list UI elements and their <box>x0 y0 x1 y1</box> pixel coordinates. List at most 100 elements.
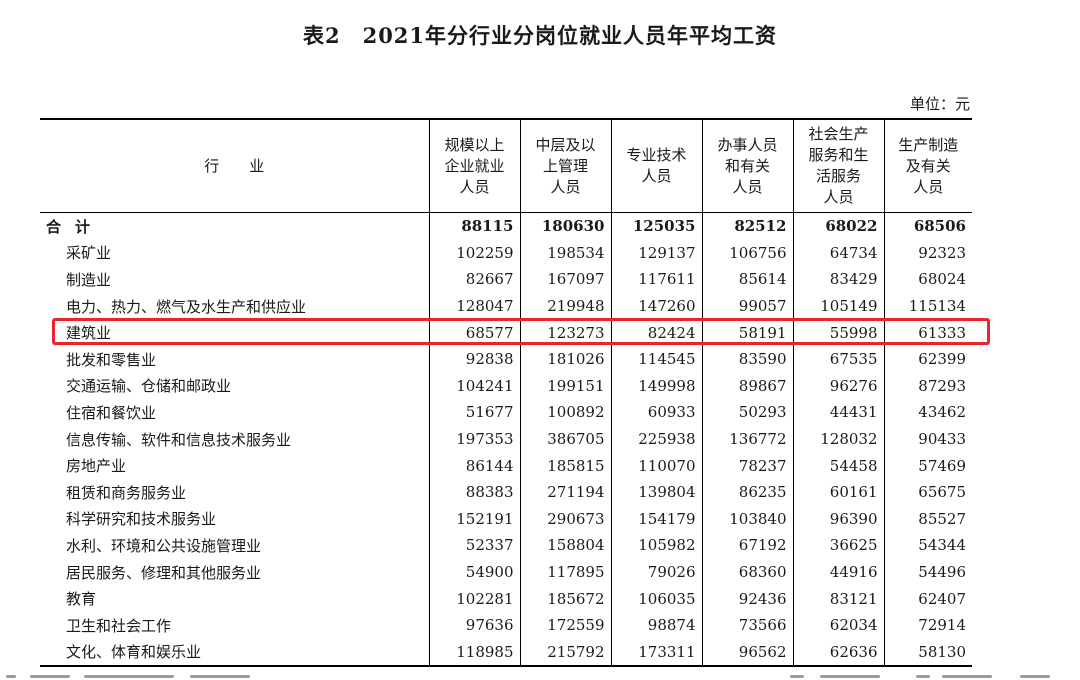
row-value-cell: 92436 <box>701 585 793 612</box>
header-clerks: 办事人员 和有关 人员 <box>701 118 793 213</box>
row-value-cell: 88383 <box>428 478 520 506</box>
row-industry-label: 合计 <box>46 217 105 236</box>
row-value-cell: 128032 <box>792 425 884 453</box>
row-value-cell: 54900 <box>428 558 520 586</box>
row-value-cell: 154179 <box>610 505 702 533</box>
row-value-cell: 102259 <box>428 239 520 267</box>
row-value-cell: 100892 <box>519 399 611 426</box>
header-above-scale: 规模以上 企业就业 人员 <box>428 118 520 213</box>
table-body: 合计 88115 180630 125035 82512 68022 68506 采矿业 102… <box>40 212 972 668</box>
header-production-workers: 生产制造 及有关 人员 <box>883 118 972 213</box>
row-value-cell: 99057 <box>701 292 793 320</box>
table-row: 房地产业 86144 185815 110070 78237 54458 57469 <box>40 452 972 479</box>
row-value-cell: 50293 <box>701 399 793 426</box>
row-value-cell: 139804 <box>610 478 702 506</box>
row-value-cell: 60161 <box>792 478 884 506</box>
wage-table: 行业 规模以上 企业就业 人员 中层及以 上管理 人员 专业技术 人员 办事人员 和有关 人员… <box>40 118 972 668</box>
row-value-cell: 158804 <box>519 532 611 559</box>
row-industry-label: 水利、环境和公共设施管理业 <box>66 536 262 555</box>
table-number: 表2 <box>302 23 341 48</box>
row-value-cell: 61333 <box>883 319 972 346</box>
row-value-cell: 152191 <box>428 505 520 533</box>
row-value-cell: 65675 <box>883 478 972 506</box>
row-industry-label: 卫生和社会工作 <box>66 616 172 635</box>
row-value-cell: 172559 <box>519 611 611 639</box>
row-value-cell: 90433 <box>883 425 972 453</box>
row-value-cell: 125035 <box>610 212 702 240</box>
row-value-cell: 89867 <box>701 372 793 400</box>
row-value-cell: 123273 <box>519 319 611 346</box>
table-title: 表2 2021年分行业分岗位就业人员年平均工资 <box>0 20 1080 50</box>
row-value-cell: 83429 <box>792 266 884 293</box>
row-value-cell: 197353 <box>428 425 520 453</box>
row-value-cell: 219948 <box>519 292 611 320</box>
table-header: 行业 规模以上 企业就业 人员 中层及以 上管理 人员 专业技术 人员 办事人员 和有关 人员… <box>40 118 972 213</box>
table-row: 批发和零售业 92838 181026 114545 83590 67535 62399 <box>40 345 972 373</box>
row-value-cell: 83590 <box>701 345 793 373</box>
row-value-cell: 271194 <box>519 478 611 506</box>
row-value-cell: 67192 <box>701 532 793 559</box>
row-value-cell: 88115 <box>428 212 520 240</box>
row-value-cell: 79026 <box>610 558 702 586</box>
row-industry-label: 住宿和餐饮业 <box>66 403 157 422</box>
row-value-cell: 72914 <box>883 611 972 639</box>
row-industry-label: 信息传输、软件和信息技术服务业 <box>66 430 292 449</box>
row-value-cell: 57469 <box>883 452 972 479</box>
row-value-cell: 167097 <box>519 266 611 293</box>
row-value-cell: 82667 <box>428 266 520 293</box>
row-value-cell: 85527 <box>883 505 972 533</box>
row-value-cell: 96276 <box>792 372 884 400</box>
row-value-cell: 83121 <box>792 585 884 612</box>
table-row: 交通运输、仓储和邮政业 104241 199151 149998 89867 96276 8… <box>40 372 972 400</box>
row-value-cell: 110070 <box>610 452 702 479</box>
row-industry-label: 批发和零售业 <box>66 350 157 369</box>
table-row: 采矿业 102259 198534 129137 106756 64734 92323 <box>40 239 972 267</box>
row-industry-label: 房地产业 <box>66 457 127 476</box>
table-row: 租赁和商务服务业 88383 271194 139804 86235 60161 65675 <box>40 478 972 506</box>
row-value-cell: 78237 <box>701 452 793 479</box>
row-value-cell: 62034 <box>792 611 884 639</box>
row-value-cell: 98874 <box>610 611 702 639</box>
row-value-cell: 103840 <box>701 505 793 533</box>
row-value-cell: 106756 <box>701 239 793 267</box>
row-value-cell: 105982 <box>610 532 702 559</box>
row-value-cell: 62407 <box>883 585 972 612</box>
row-value-cell: 96390 <box>792 505 884 533</box>
table-row: 建筑业 68577 123273 82424 58191 55998 61333 <box>40 319 972 346</box>
row-value-cell: 68360 <box>701 558 793 586</box>
row-value-cell: 97636 <box>428 611 520 639</box>
row-value-cell: 68022 <box>792 212 884 240</box>
row-industry-label: 交通运输、仓储和邮政业 <box>66 377 232 396</box>
row-value-cell: 52337 <box>428 532 520 559</box>
table-title-text: 2021年分行业分岗位就业人员年平均工资 <box>362 23 778 48</box>
row-value-cell: 73566 <box>701 611 793 639</box>
cut-off-bottom-text <box>0 672 1080 680</box>
row-value-cell: 104241 <box>428 372 520 400</box>
row-value-cell: 92838 <box>428 345 520 373</box>
row-value-cell: 44916 <box>792 558 884 586</box>
row-value-cell: 36625 <box>792 532 884 559</box>
row-value-cell: 215792 <box>519 638 611 668</box>
row-industry-label: 电力、热力、燃气及水生产和供应业 <box>66 297 307 316</box>
row-value-cell: 62636 <box>792 638 884 668</box>
table-row: 合计 88115 180630 125035 82512 68022 68506 <box>40 212 972 240</box>
row-industry-label: 科学研究和技术服务业 <box>66 510 217 529</box>
header-row: 行业 规模以上 企业就业 人员 中层及以 上管理 人员 专业技术 人员 办事人员 和有关 人员… <box>40 118 972 213</box>
table-row: 居民服务、修理和其他服务业 54900 117895 79026 68360 44916 5… <box>40 558 972 586</box>
row-value-cell: 185815 <box>519 452 611 479</box>
row-value-cell: 58130 <box>883 638 972 668</box>
table-row: 电力、热力、燃气及水生产和供应业 128047 219948 147260 99057 1… <box>40 292 972 320</box>
row-value-cell: 51677 <box>428 399 520 426</box>
row-value-cell: 102281 <box>428 585 520 612</box>
row-value-cell: 117611 <box>610 266 702 293</box>
row-value-cell: 67535 <box>792 345 884 373</box>
table-row: 卫生和社会工作 97636 172559 98874 73566 62034 72914 <box>40 611 972 639</box>
row-industry-label: 制造业 <box>66 270 112 289</box>
row-value-cell: 181026 <box>519 345 611 373</box>
row-value-cell: 86144 <box>428 452 520 479</box>
row-value-cell: 180630 <box>519 212 611 240</box>
row-value-cell: 92323 <box>883 239 972 267</box>
row-value-cell: 44431 <box>792 399 884 426</box>
row-industry-label: 文化、体育和娱乐业 <box>40 638 429 668</box>
table-row: 文化、体育和娱乐业 118985 215792 173311 96562 62636 581… <box>40 638 972 668</box>
